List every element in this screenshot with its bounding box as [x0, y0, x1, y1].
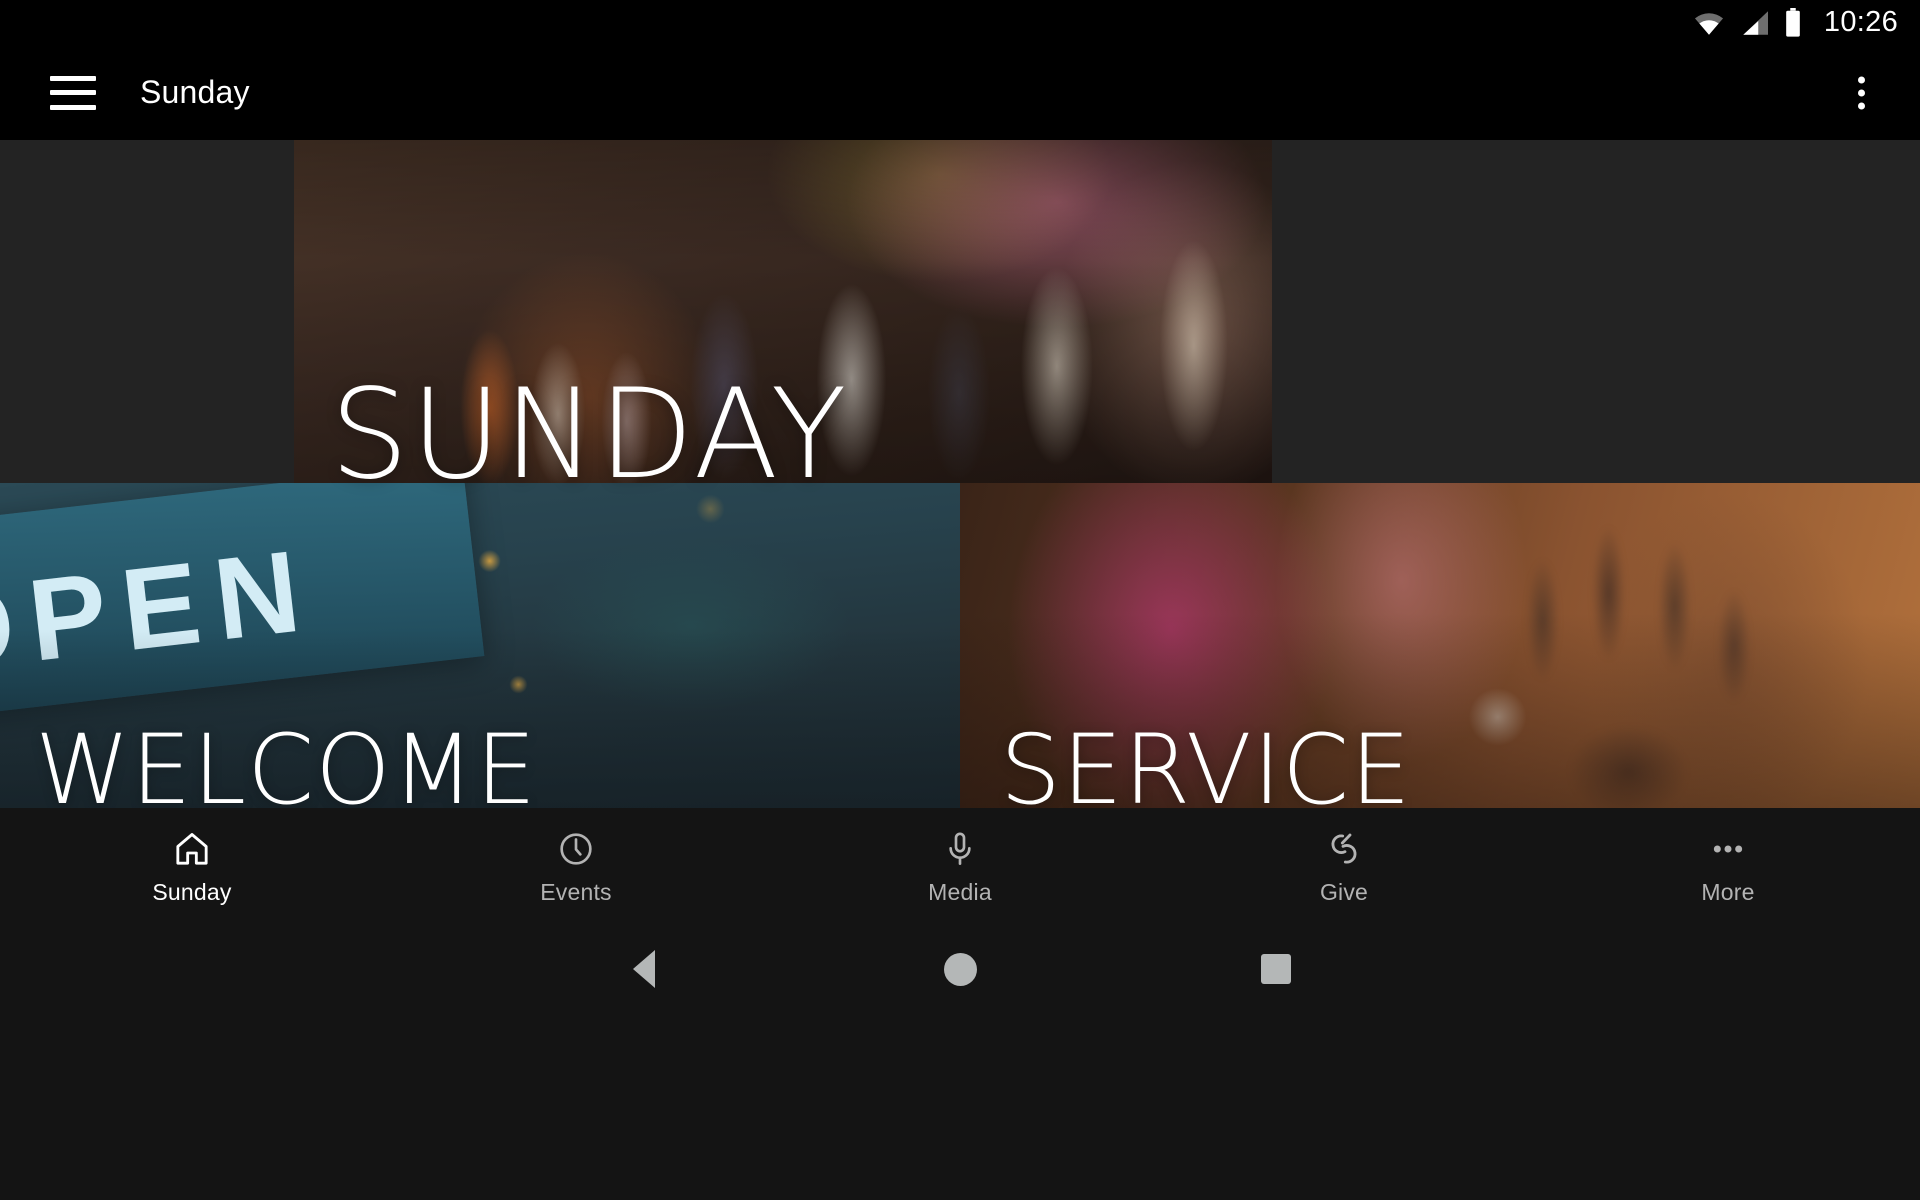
status-bar: 10:26	[0, 0, 1920, 45]
recents-square-icon	[1261, 954, 1291, 984]
hero-banner[interactable]: SUNDAY	[0, 140, 1920, 497]
tile-service[interactable]: SERVICE	[960, 483, 1920, 808]
bottom-navigation-bar: Sunday Events Media Give More	[0, 808, 1920, 920]
nav-item-sunday[interactable]: Sunday	[0, 808, 384, 920]
hero-title: SUNDAY	[330, 363, 849, 508]
home-icon	[172, 828, 212, 870]
nav-item-media[interactable]: Media	[768, 808, 1152, 920]
status-bar-clock: 10:26	[1823, 6, 1898, 38]
back-button[interactable]	[613, 938, 675, 1000]
page-title: Sunday	[140, 74, 250, 110]
nav-label-media: Media	[928, 879, 992, 905]
recents-button[interactable]	[1245, 938, 1307, 1000]
content-area: SUNDAY OPEN WELCOME SERVICE	[0, 140, 1920, 808]
home-circle-icon	[943, 952, 977, 986]
nav-label-give: Give	[1319, 879, 1369, 905]
wifi-icon	[1692, 10, 1726, 36]
home-button[interactable]	[929, 938, 991, 1000]
overflow-menu-icon[interactable]	[1848, 66, 1875, 119]
nav-item-more[interactable]: More	[1536, 808, 1920, 920]
battery-icon	[1784, 7, 1802, 38]
nav-label-more: More	[1701, 879, 1755, 905]
cellular-signal-icon	[1740, 10, 1770, 36]
nav-label-sunday: Sunday	[152, 879, 232, 905]
hamburger-menu-icon[interactable]	[50, 75, 96, 110]
microphone-icon	[940, 828, 980, 870]
nav-item-give[interactable]: Give	[1152, 808, 1536, 920]
tile-row: OPEN WELCOME SERVICE	[0, 483, 1920, 808]
tile-service-label: SERVICE	[1000, 714, 1412, 808]
app-root: 10:26 Sunday SUNDAY OPEN WELCOME	[0, 0, 1920, 1200]
system-navigation-bar	[0, 920, 1920, 1200]
tile-welcome[interactable]: OPEN WELCOME	[0, 483, 960, 808]
nav-item-events[interactable]: Events	[384, 808, 768, 920]
app-bar: Sunday	[0, 45, 1920, 140]
giving-hands-icon	[1324, 828, 1364, 870]
more-dots-icon	[1708, 828, 1748, 870]
tile-welcome-label: WELCOME	[35, 714, 538, 808]
back-triangle-icon	[633, 950, 655, 988]
nav-label-events: Events	[540, 879, 612, 905]
clock-icon	[556, 828, 596, 870]
